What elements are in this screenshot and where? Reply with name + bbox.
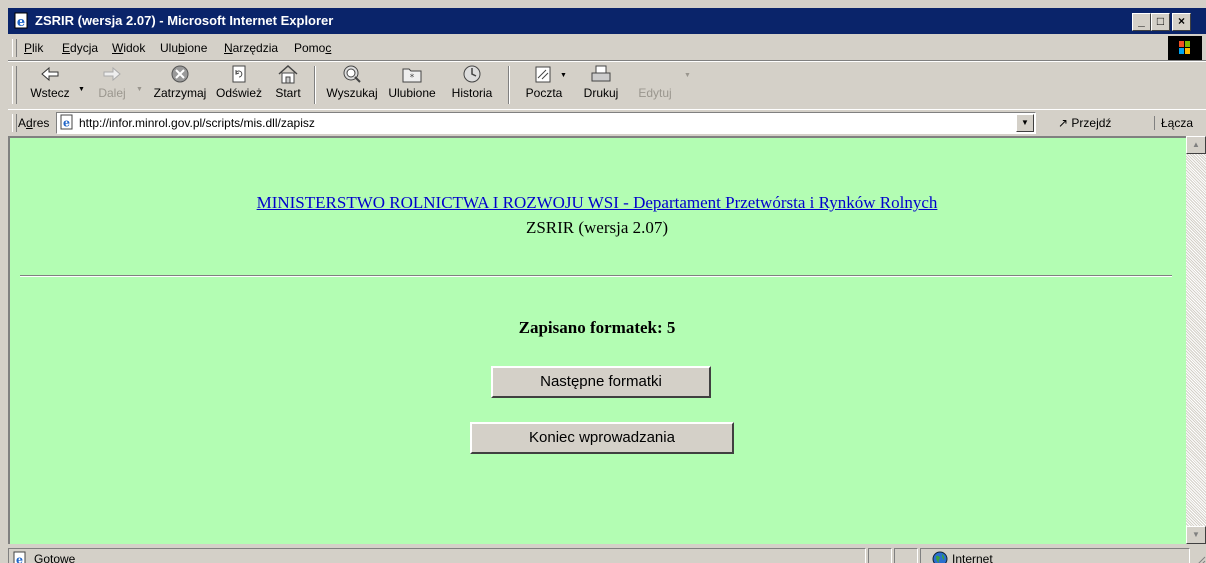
back-arrow-icon (41, 66, 59, 82)
refresh-button[interactable]: Odśwież (212, 64, 266, 100)
address-url: http://infor.minrol.gov.pl/scripts/mis.d… (79, 116, 315, 130)
menu-grip[interactable] (12, 39, 17, 57)
mail-button[interactable]: Poczta (516, 64, 572, 100)
edit-icon (643, 64, 667, 84)
toolbar-separator (314, 66, 316, 104)
svg-text:e: e (63, 117, 70, 130)
go-button[interactable]: ↗ Przejdź (1058, 116, 1111, 130)
menu-bar: Plik Edycja Widok Ulubione Narzędzia Pom… (8, 36, 1206, 61)
mail-dropdown-icon[interactable]: ▼ (560, 72, 567, 79)
back-button[interactable]: Wstecz (24, 64, 76, 100)
search-label: Wyszukaj (326, 86, 378, 100)
stop-button[interactable]: Zatrzymaj (148, 64, 212, 100)
menu-ulubione[interactable]: Ulubione (160, 41, 207, 55)
address-input[interactable]: e http://infor.minrol.gov.pl/scripts/mis… (56, 112, 1036, 134)
browser-window: e ZSRIR (wersja 2.07) - Microsoft Intern… (8, 8, 1206, 563)
maximize-button[interactable]: □ (1151, 13, 1170, 31)
edit-label: Edytuj (638, 86, 672, 100)
mail-label: Poczta (525, 86, 563, 100)
address-label: Adres (18, 116, 50, 130)
history-icon (463, 65, 481, 83)
status-progress-panel (868, 548, 892, 563)
svg-text:*: * (410, 73, 415, 83)
horizontal-rule (20, 275, 1172, 277)
ministry-link[interactable]: MINISTERSTWO ROLNICTWA I ROZWOJU WSI - D… (0, 193, 1194, 213)
favorites-label: Ulubione (388, 86, 436, 100)
forward-button[interactable]: Dalej (90, 64, 134, 100)
toolbar-grip[interactable] (12, 66, 17, 104)
svg-text:e: e (17, 15, 25, 30)
status-text: Gotowe (34, 552, 76, 563)
go-label: Przejdź (1071, 116, 1112, 130)
print-label: Drukuj (583, 86, 619, 100)
saved-message: Zapisano formatek: 5 (518, 318, 676, 337)
close-button[interactable]: × (1172, 13, 1191, 31)
print-icon (591, 65, 611, 82)
history-button[interactable]: Historia (442, 64, 502, 100)
favorites-icon: * (402, 68, 422, 83)
page-icon: e (60, 114, 73, 130)
forward-arrow-icon (103, 66, 121, 82)
title-bar[interactable]: e ZSRIR (wersja 2.07) - Microsoft Intern… (8, 8, 1206, 34)
menu-edycja[interactable]: Edycja (62, 41, 98, 55)
edit-dropdown-icon[interactable]: ▼ (684, 72, 691, 79)
address-grip[interactable] (12, 114, 17, 132)
toolbar-separator (508, 66, 510, 104)
zone-text: Internet (952, 552, 993, 563)
stop-label: Zatrzymaj (153, 86, 207, 100)
refresh-label: Odśwież (215, 86, 262, 100)
menu-widok[interactable]: Widok (112, 41, 145, 55)
go-arrow-icon: ↗ (1058, 116, 1069, 130)
next-forms-button[interactable]: Następne formatki (491, 366, 711, 398)
window-title: ZSRIR (wersja 2.07) - Microsoft Internet… (35, 13, 334, 28)
menu-narzedzia[interactable]: Narzędzia (224, 41, 278, 55)
minimize-button[interactable]: _ (1132, 13, 1151, 31)
resize-grip-icon[interactable] (1192, 554, 1206, 563)
status-page-icon: e (13, 551, 26, 563)
forward-label: Dalej (98, 86, 126, 100)
search-icon (343, 65, 361, 83)
home-icon (278, 64, 298, 84)
search-button[interactable]: Wyszukaj (322, 64, 382, 100)
address-bar: Adres e http://infor.minrol.gov.pl/scrip… (8, 109, 1206, 137)
stop-icon (171, 65, 189, 83)
history-label: Historia (451, 86, 493, 100)
scroll-up-icon[interactable]: ▲ (1186, 136, 1206, 154)
links-button[interactable]: Łącza (1154, 116, 1193, 130)
scroll-down-icon[interactable]: ▼ (1186, 526, 1206, 544)
app-version-text: ZSRIR (wersja 2.07) (525, 218, 669, 237)
print-button[interactable]: Drukuj (574, 64, 628, 100)
back-label: Wstecz (30, 86, 70, 100)
status-lock-panel (894, 548, 918, 563)
globe-icon (932, 551, 948, 563)
status-main-panel (8, 548, 866, 563)
address-dropdown-icon[interactable]: ▼ (1016, 114, 1034, 132)
menu-plik[interactable]: Plik (24, 41, 43, 55)
refresh-icon (232, 65, 246, 83)
finish-input-button[interactable]: Koniec wprowadzania (470, 422, 734, 454)
menu-pomoc[interactable]: Pomoc (294, 41, 331, 55)
status-bar: e Gotowe Internet (8, 546, 1206, 563)
back-dropdown-icon[interactable]: ▼ (78, 86, 85, 93)
home-label: Start (275, 86, 301, 100)
windows-logo-icon (1168, 36, 1202, 60)
standard-toolbar: Wstecz ▼ Dalej ▼ Zatrzymaj Odśwież Start… (8, 61, 1206, 110)
home-button[interactable]: Start (266, 64, 310, 100)
favorites-button[interactable]: * Ulubione (382, 64, 442, 100)
forward-dropdown-icon[interactable]: ▼ (136, 86, 143, 93)
edit-button[interactable]: Edytuj (630, 64, 680, 100)
ie-page-icon: e (14, 12, 28, 30)
svg-text:e: e (16, 554, 23, 563)
mail-icon (535, 66, 551, 83)
